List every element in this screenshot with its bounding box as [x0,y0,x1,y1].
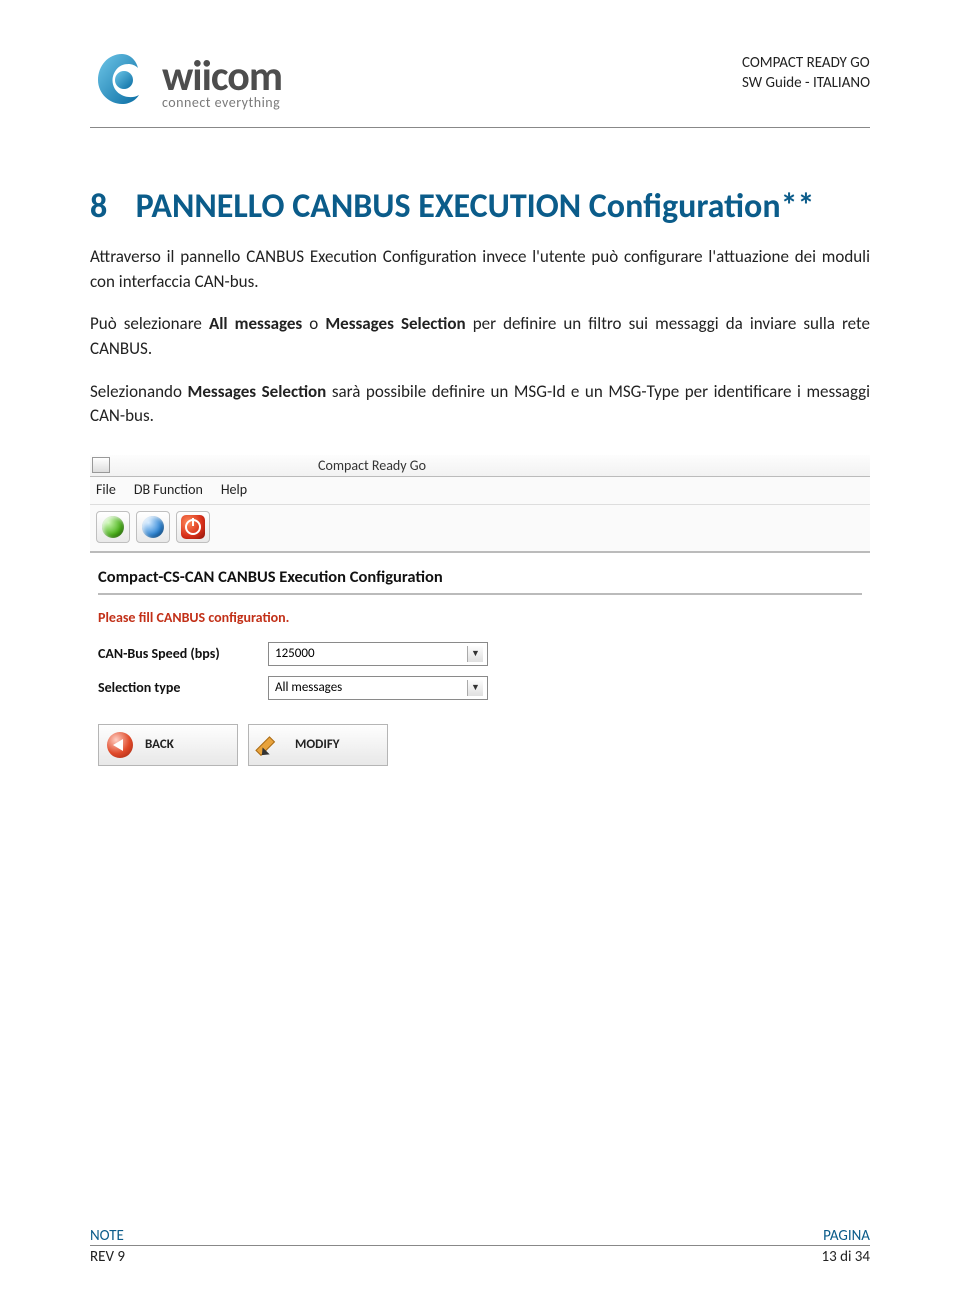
p2-mid: o [302,313,325,334]
header-line2: SW Guide - ITALIANO [742,74,870,94]
p2-bold1: All messages [209,313,302,334]
footer-pagenum: 13 di 34 [821,1248,870,1266]
toolbar-power-button[interactable] [176,511,210,543]
blue-orb-icon [142,516,164,538]
section-number: 8 [90,186,132,227]
p3-bold1: Messages Selection [188,381,327,402]
p2-bold2: Messages Selection [325,313,465,334]
menu-help[interactable]: Help [221,481,247,498]
footer-pagina: PAGINA [823,1227,870,1245]
select-selection-type[interactable]: All messages ▼ [268,676,488,700]
section-heading: 8 PANNELLO CANBUS EXECUTION Configuratio… [90,186,870,227]
label-selection-type: Selection type [98,679,268,696]
power-icon [181,515,205,539]
paragraph-1: Attraverso il pannello CANBUS Execution … [90,245,870,294]
footer-note: NOTE [90,1227,124,1245]
logo-swirl-icon [90,48,154,117]
window-title: Compact Ready Go [118,457,426,474]
window-icon [92,457,110,473]
menu-db-function[interactable]: DB Function [134,481,203,498]
toolbar-green-button[interactable] [96,511,130,543]
toolbar-blue-button[interactable] [136,511,170,543]
modify-label: MODIFY [295,737,340,752]
p2-text: Può selezionare [90,313,209,334]
logo-tagline: connect everything [162,96,282,110]
titlebar: Compact Ready Go [90,455,870,477]
row-selection-type: Selection type All messages ▼ [98,676,862,700]
pencil-icon [257,732,283,758]
toolbar [90,505,870,553]
label-can-speed: CAN-Bus Speed (bps) [98,645,268,662]
header-line1: COMPACT READY GO [742,54,870,74]
header-doc-title: COMPACT READY GO SW Guide - ITALIANO [742,54,870,93]
p3-pre: Selezionando [90,381,188,402]
logo-text: wiicom [162,56,282,98]
back-arrow-icon [107,732,133,758]
header-divider [90,127,870,128]
logo: wiicom connect everything [90,48,282,117]
page-header: wiicom connect everything COMPACT READY … [90,48,870,117]
app-screenshot: Compact Ready Go File DB Function Help C… [90,455,870,766]
back-button[interactable]: BACK [98,724,238,766]
panel-title: Compact-CS-CAN CANBUS Execution Configur… [98,567,862,595]
chevron-down-icon: ▼ [467,680,483,696]
select-can-speed[interactable]: 125000 ▼ [268,642,488,666]
config-panel: Compact-CS-CAN CANBUS Execution Configur… [90,553,870,766]
footer-rev: REV 9 [90,1248,125,1266]
paragraph-2: Può selezionare All messages o Messages … [90,312,870,361]
page-footer: NOTE PAGINA REV 9 13 di 34 [90,1227,870,1266]
section-title: PANNELLO CANBUS EXECUTION Configuration*… [136,186,815,227]
paragraph-3: Selezionando Messages Selection sarà pos… [90,380,870,429]
chevron-down-icon: ▼ [467,646,483,662]
action-row: BACK MODIFY [98,724,862,766]
footer-divider [90,1245,870,1246]
green-orb-icon [102,516,124,538]
modify-button[interactable]: MODIFY [248,724,388,766]
back-label: BACK [145,737,174,752]
select-selection-type-value: All messages [275,680,342,695]
menu-file[interactable]: File [96,481,116,498]
row-can-speed: CAN-Bus Speed (bps) 125000 ▼ [98,642,862,666]
select-can-speed-value: 125000 [275,646,315,661]
panel-warning: Please fill CANBUS configuration. [98,609,862,626]
menubar: File DB Function Help [90,477,870,505]
